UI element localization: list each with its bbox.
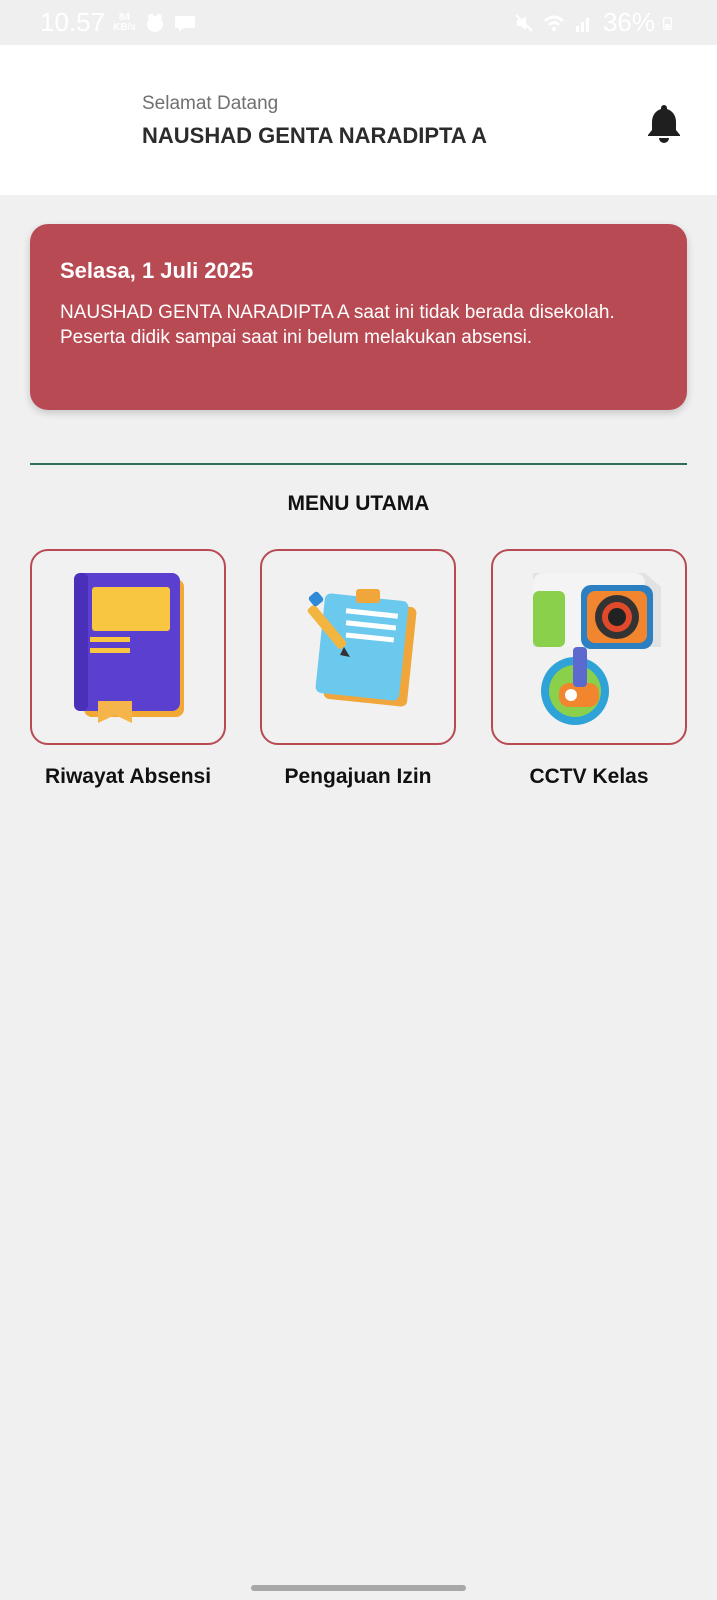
signal-icon xyxy=(575,17,589,32)
chat-bubble-icon xyxy=(174,15,195,32)
network-speed-unit: KB/s xyxy=(113,21,136,33)
user-name: NAUSHAD GENTA NARADIPTA A xyxy=(142,123,488,148)
status-bar: 10.57 84 KB/s 36% xyxy=(0,0,717,45)
notification-app-icon xyxy=(146,13,163,32)
bell-icon[interactable] xyxy=(645,101,683,143)
status-bar-left: 10.57 84 KB/s xyxy=(40,7,196,38)
menu-title: MENU UTAMA xyxy=(287,492,430,515)
network-speed: 84 KB/s xyxy=(113,11,136,33)
battery-percent: 36% xyxy=(602,7,655,37)
network-speed-value: 84 xyxy=(118,11,131,23)
section-divider xyxy=(30,463,687,465)
mute-icon xyxy=(515,13,533,32)
menu-card-pengajuan-izin[interactable] xyxy=(260,549,456,745)
menu-label-cctv-kelas[interactable]: CCTV Kelas xyxy=(474,765,704,789)
greeting-text: Selamat Datang xyxy=(142,93,279,114)
menu-card-cctv-kelas[interactable] xyxy=(491,549,687,745)
menu-label-riwayat-absensi[interactable]: Riwayat Absensi xyxy=(13,765,243,789)
notepad-icon xyxy=(307,589,417,707)
app-header: Selamat Datang NAUSHAD GENTA NARADIPTA A xyxy=(0,45,717,195)
status-bar-right: 36% xyxy=(513,7,677,38)
menu-label-pengajuan-izin[interactable]: Pengajuan Izin xyxy=(243,765,473,789)
alert-message: NAUSHAD GENTA NARADIPTA A saat ini tidak… xyxy=(60,302,615,348)
menu-card-riwayat-absensi[interactable] xyxy=(30,549,226,745)
home-indicator[interactable] xyxy=(251,1585,466,1591)
battery-icon xyxy=(663,16,672,30)
book-icon xyxy=(74,573,184,723)
cctv-camera-icon xyxy=(533,573,661,725)
attendance-alert-card: Selasa, 1 Juli 2025 NAUSHAD GENTA NARADI… xyxy=(30,224,687,410)
alert-date: Selasa, 1 Juli 2025 xyxy=(60,258,254,283)
wifi-icon xyxy=(543,15,564,31)
status-time: 10.57 xyxy=(40,7,106,37)
